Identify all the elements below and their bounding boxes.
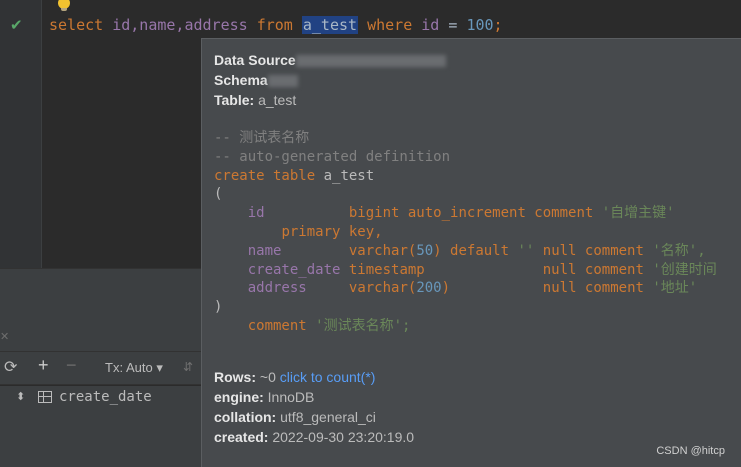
ddl-create-keyword: create table [214,167,316,184]
ddl-comment: -- 测试表名称 [214,130,310,146]
tree-item-label: create_date [59,389,152,405]
query-operator: = [448,16,458,34]
ddl-col-null: null comment [542,261,644,278]
tree-item-create-date[interactable]: ⬍ create_date [0,386,201,410]
ddl-col-name: id [247,205,265,222]
rows-label: Rows: [214,369,256,385]
ddl-col-extra: primary key, [281,223,383,240]
sort-arrows-icon[interactable]: ⬍ [16,390,25,403]
remove-icon[interactable]: − [66,355,77,376]
ddl-col-type-end: ) [441,280,451,297]
keyword-where: where [367,16,413,34]
engine-label: engine: [214,389,264,405]
table-column-icon [38,391,52,403]
watermark: CSDN @hitcp [656,445,725,457]
ddl-table-comment: '测试表名称'; [315,317,411,334]
rows-row: Rows: ~0 click to count(*) [214,369,375,385]
ddl-col-default: '' [517,242,535,259]
refresh-icon[interactable]: ⟳ [4,357,17,377]
tool-panel-body [0,410,201,467]
close-icon[interactable]: ✕ [0,330,9,343]
ddl-col-comment: '创建时间 [652,261,717,278]
ddl-col-size: 200 [416,280,442,297]
lightbulb-icon[interactable] [58,0,70,11]
collation-row: collation: utf8_general_ci [214,409,376,425]
add-icon[interactable]: + [38,355,49,376]
table-ddl: -- 测试表名称 -- auto-generated definition cr… [214,129,717,336]
ddl-autogen-comment: -- auto-generated definition [214,148,451,165]
query-columns: id,name,address [112,16,248,34]
ddl-col-name: name [247,242,282,259]
quick-documentation-popup: Data Source Schema Table: a_test -- 测试表名… [201,38,741,467]
keyword-from: from [256,16,293,34]
query-semicolon: ; [493,16,503,34]
query-where-field: id [421,16,440,34]
redacted-value [267,75,298,88]
ddl-col-null: null comment [542,280,644,297]
redacted-value [295,55,446,68]
created-value: 2022-09-30 23:20:19.0 [272,429,415,445]
data-source-row: Data Source [214,52,446,68]
data-source-label: Data Source [214,52,296,68]
check-icon: ✔ [10,16,23,34]
engine-row: engine: InnoDB [214,389,314,405]
ddl-col-name: create_date [247,261,341,278]
ddl-col-comment: '名称', [652,242,706,259]
ddl-col-size: 50 [416,242,434,259]
tx-mode-label: Tx: Auto [105,360,153,375]
ddl-col-type: timestamp [348,261,425,278]
created-label: created: [214,429,269,445]
ddl-close-paren: ) [214,299,223,316]
collation-label: collation: [214,409,277,425]
ddl-table-name: a_test [323,167,375,184]
query-value: 100 [466,16,494,34]
schema-label: Schema [214,72,268,88]
ddl-col-type: bigint auto_increment comment [348,205,594,222]
created-row: created: 2022-09-30 23:20:19.0 [214,429,414,445]
panel-separator [0,268,201,296]
query-table-name[interactable]: a_test [301,16,359,34]
ddl-open-paren: ( [214,186,223,203]
collation-value: utf8_general_ci [280,409,376,425]
ddl-col-type: varchar( [348,242,417,259]
keyword-select: select [49,16,104,34]
table-label: Table: [214,92,255,108]
ddl-col-comment: '自增主键' [601,205,675,222]
ddl-col-type-end: ) default [433,242,510,259]
table-value: a_test [258,92,297,108]
count-rows-link[interactable]: click to count(*) [280,369,376,385]
ddl-col-type: varchar( [348,280,417,297]
schema-row: Schema [214,72,298,88]
ddl-table-comment-keyword: comment [247,317,307,334]
ddl-col-name: address [247,280,307,297]
tx-mode-dropdown[interactable]: Tx: Auto ▾ [105,360,163,376]
ddl-col-null: null comment [542,242,644,259]
engine-value: InnoDB [267,389,315,405]
editor-gutter: ✔ [0,0,42,268]
rows-value: ~0 [259,369,276,385]
sql-query-line[interactable]: select id,name,address from a_test where… [49,16,503,34]
ddl-col-comment: '地址' [652,280,698,297]
tool-panel-toolbar: ⟳ + − Tx: Auto ▾ ⇵ [0,351,201,385]
commit-icon[interactable]: ⇵ [183,360,193,374]
tool-panel-header [0,296,201,351]
table-row: Table: a_test [214,92,296,108]
